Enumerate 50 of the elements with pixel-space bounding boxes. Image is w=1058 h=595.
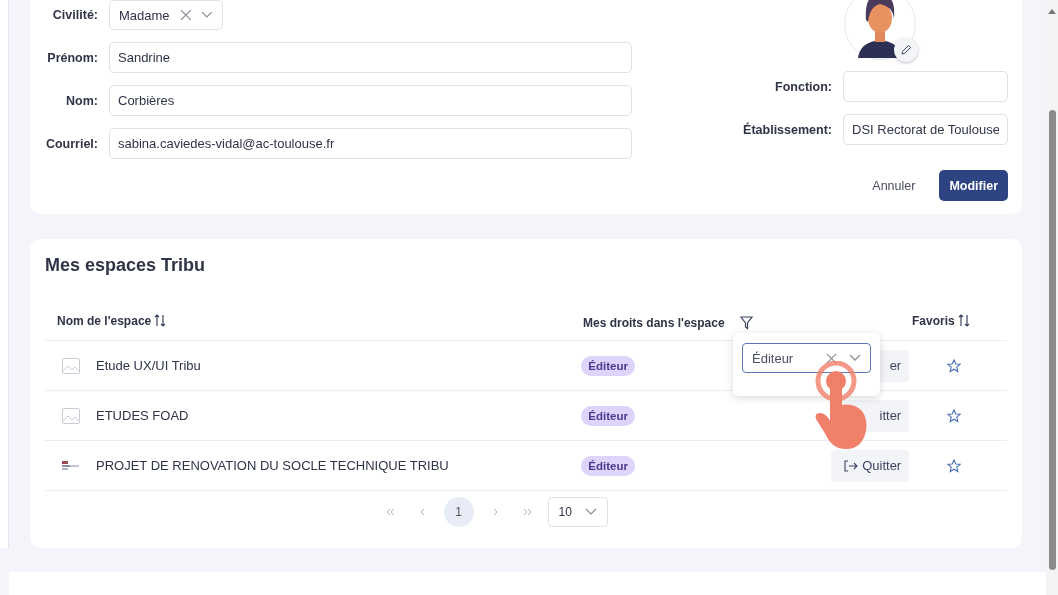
field-label: Prénom:	[46, 50, 98, 65]
modify-button[interactable]: Modifier	[939, 170, 1008, 201]
field-label: Établissement:	[743, 122, 832, 137]
text-field[interactable]: Corbières	[109, 85, 632, 116]
edit-avatar-button[interactable]	[894, 38, 918, 62]
chevron-right-icon	[491, 508, 498, 516]
field-label: Fonction:	[775, 79, 832, 94]
star-icon[interactable]	[947, 458, 962, 473]
field-label: Nom:	[65, 93, 98, 108]
role-badge: Éditeur	[581, 356, 635, 376]
double-chevron-right-icon	[521, 508, 532, 516]
sort-icon[interactable]	[154, 314, 167, 327]
page-size-select[interactable]: 10	[547, 497, 608, 527]
pencil-icon	[900, 44, 912, 56]
text-field[interactable]	[843, 71, 1008, 102]
role-filter-select[interactable]: Éditeur	[742, 343, 871, 373]
space-name[interactable]: Etude UX/UI Tribu	[96, 358, 201, 373]
text-field[interactable]: Sandrine	[109, 42, 632, 73]
star-icon[interactable]	[947, 358, 962, 373]
section-title: Mes espaces Tribu	[45, 255, 207, 277]
leave-button[interactable]: Quitter	[831, 449, 910, 482]
space-name[interactable]: PROJET DE RENOVATION DU SOCLE TECHNIQUE TRIBU	[96, 458, 449, 473]
scroll-up-icon[interactable]	[1048, 8, 1056, 14]
chevron-left-icon	[419, 508, 426, 516]
chevron-down-icon	[201, 11, 213, 19]
page-button[interactable]: 1	[443, 497, 474, 527]
column-header[interactable]: Mes droits dans l'espace	[583, 315, 725, 330]
role-badge: Éditeur	[581, 456, 635, 476]
column-header[interactable]: Favoris	[912, 313, 955, 328]
text-field[interactable]: DSI Rectorat de Toulouse	[843, 114, 1008, 145]
field-label: Courriel:	[45, 136, 98, 151]
logo-icon	[62, 460, 80, 471]
text-field[interactable]: sabina.caviedes-vidal@ac-toulouse.fr	[109, 128, 632, 159]
image-placeholder-icon	[62, 357, 80, 374]
filter-icon[interactable]	[739, 315, 753, 330]
sort-icon[interactable]	[957, 314, 970, 327]
image-placeholder-icon	[62, 407, 80, 424]
chevron-down-icon	[584, 508, 597, 516]
scrollbar[interactable]	[1046, 0, 1058, 595]
column-header[interactable]: Nom de l'espace	[57, 313, 152, 328]
civility-select[interactable]: Madame	[109, 0, 223, 30]
double-chevron-left-icon	[385, 508, 396, 516]
star-icon[interactable]	[947, 408, 962, 423]
chevron-down-icon	[849, 354, 861, 362]
role-badge: Éditeur	[581, 406, 635, 426]
cancel-button[interactable]: Annuler	[862, 170, 926, 201]
space-name[interactable]: ETUDES FOAD	[96, 408, 189, 423]
clear-icon[interactable]	[179, 9, 192, 21]
clear-icon[interactable]	[826, 352, 837, 364]
field-label: Civilité:	[51, 8, 98, 22]
